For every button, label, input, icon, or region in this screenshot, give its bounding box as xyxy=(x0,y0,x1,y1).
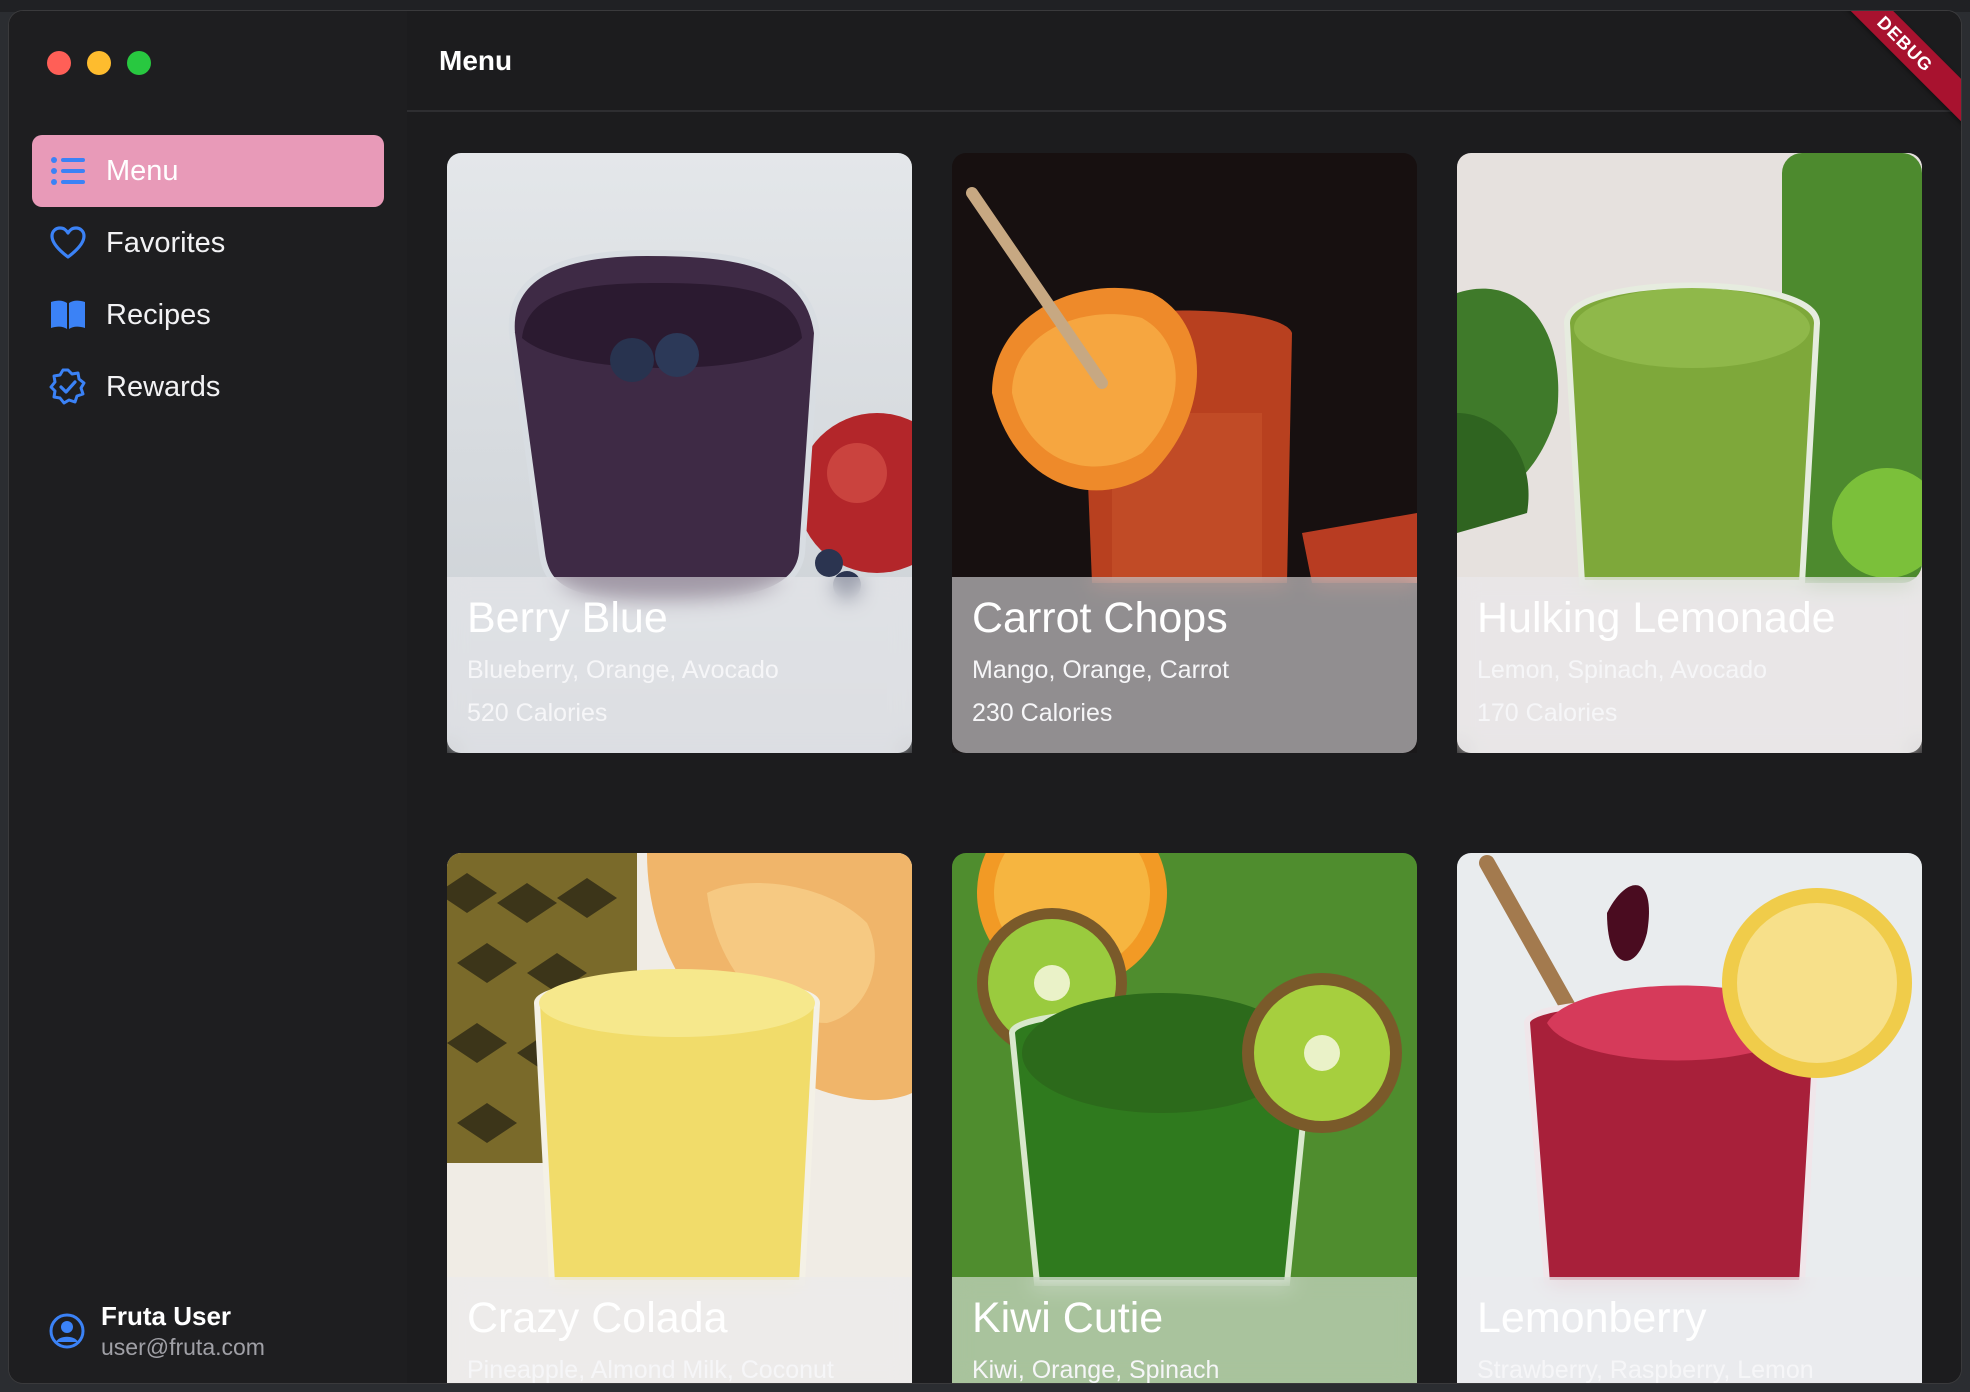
toolbar: Menu xyxy=(407,11,1961,112)
drink-ingredients: Pineapple, Almond Milk, Coconut xyxy=(467,1356,834,1383)
drink-calories: 230 Calories xyxy=(972,699,1113,728)
sidebar-item-menu[interactable]: Menu xyxy=(32,135,384,207)
drink-name: Crazy Colada xyxy=(467,1294,728,1342)
drink-name: Carrot Chops xyxy=(972,594,1228,642)
sidebar: Menu Favorites Recipes Rewards Fruta Use… xyxy=(9,11,407,1383)
drink-card-crazy-colada[interactable]: Crazy Colada Pineapple, Almond Milk, Coc… xyxy=(447,853,912,1383)
drink-card-carrot-chops[interactable]: Carrot Chops Mango, Orange, Carrot 230 C… xyxy=(952,153,1417,753)
sidebar-nav: Menu Favorites Recipes Rewards xyxy=(32,135,384,423)
close-window-button[interactable] xyxy=(47,51,71,75)
user-name: Fruta User xyxy=(101,1301,232,1331)
drink-calories: 520 Calories xyxy=(467,699,608,728)
drink-info: Hulking Lemonade Lemon, Spinach, Avocado… xyxy=(1457,577,1922,753)
drink-card-berry-blue[interactable]: Berry Blue Blueberry, Orange, Avocado 52… xyxy=(447,153,912,753)
minimize-window-button[interactable] xyxy=(87,51,111,75)
page-title: Menu xyxy=(439,44,513,76)
drink-ingredients: Strawberry, Raspberry, Lemon xyxy=(1477,1356,1814,1383)
drink-ingredients: Mango, Orange, Carrot xyxy=(972,656,1230,685)
sidebar-item-label: Favorites xyxy=(106,226,226,259)
drink-info: Lemonberry Strawberry, Raspberry, Lemon xyxy=(1457,1277,1922,1383)
badge-check-icon xyxy=(48,367,88,407)
book-icon xyxy=(48,295,88,335)
user-circle-icon xyxy=(49,1313,85,1349)
drink-info: Berry Blue Blueberry, Orange, Avocado 52… xyxy=(447,577,912,753)
drink-info: Crazy Colada Pineapple, Almond Milk, Coc… xyxy=(447,1277,912,1383)
zoom-window-button[interactable] xyxy=(127,51,151,75)
window-controls xyxy=(47,51,151,75)
drink-ingredients: Lemon, Spinach, Avocado xyxy=(1477,656,1768,685)
drink-ingredients: Blueberry, Orange, Avocado xyxy=(467,656,779,685)
drink-name: Berry Blue xyxy=(467,594,668,642)
drink-info: Carrot Chops Mango, Orange, Carrot 230 C… xyxy=(952,577,1417,753)
user-profile[interactable]: Fruta User user@fruta.com xyxy=(49,1301,265,1361)
list-icon xyxy=(48,151,88,191)
drink-card-kiwi-cutie[interactable]: Kiwi Cutie Kiwi, Orange, Spinach xyxy=(952,853,1417,1383)
drink-name: Lemonberry xyxy=(1477,1294,1707,1342)
app-window: Menu Favorites Recipes Rewards Fruta Use… xyxy=(9,11,1961,1383)
sidebar-item-favorites[interactable]: Favorites xyxy=(32,207,384,279)
heart-icon xyxy=(48,223,88,263)
drink-card-lemonberry[interactable]: Lemonberry Strawberry, Raspberry, Lemon xyxy=(1457,853,1922,1383)
sidebar-item-label: Recipes xyxy=(106,298,211,331)
main-content: Menu Berry Blue Blueberry, Orange, Avoca… xyxy=(407,11,1961,1383)
sidebar-item-label: Menu xyxy=(106,154,179,187)
drink-ingredients: Kiwi, Orange, Spinach xyxy=(972,1356,1220,1383)
drink-card-hulking-lemonade[interactable]: Hulking Lemonade Lemon, Spinach, Avocado… xyxy=(1457,153,1922,753)
drink-calories: 170 Calories xyxy=(1477,699,1618,728)
sidebar-item-recipes[interactable]: Recipes xyxy=(32,279,384,351)
sidebar-item-label: Rewards xyxy=(106,370,221,403)
drink-name: Hulking Lemonade xyxy=(1477,594,1836,642)
drink-name: Kiwi Cutie xyxy=(972,1294,1164,1342)
drink-grid: Berry Blue Blueberry, Orange, Avocado 52… xyxy=(447,153,1922,1383)
drink-info: Kiwi Cutie Kiwi, Orange, Spinach xyxy=(952,1277,1417,1383)
sidebar-item-rewards[interactable]: Rewards xyxy=(32,351,384,423)
user-email: user@fruta.com xyxy=(101,1334,265,1360)
